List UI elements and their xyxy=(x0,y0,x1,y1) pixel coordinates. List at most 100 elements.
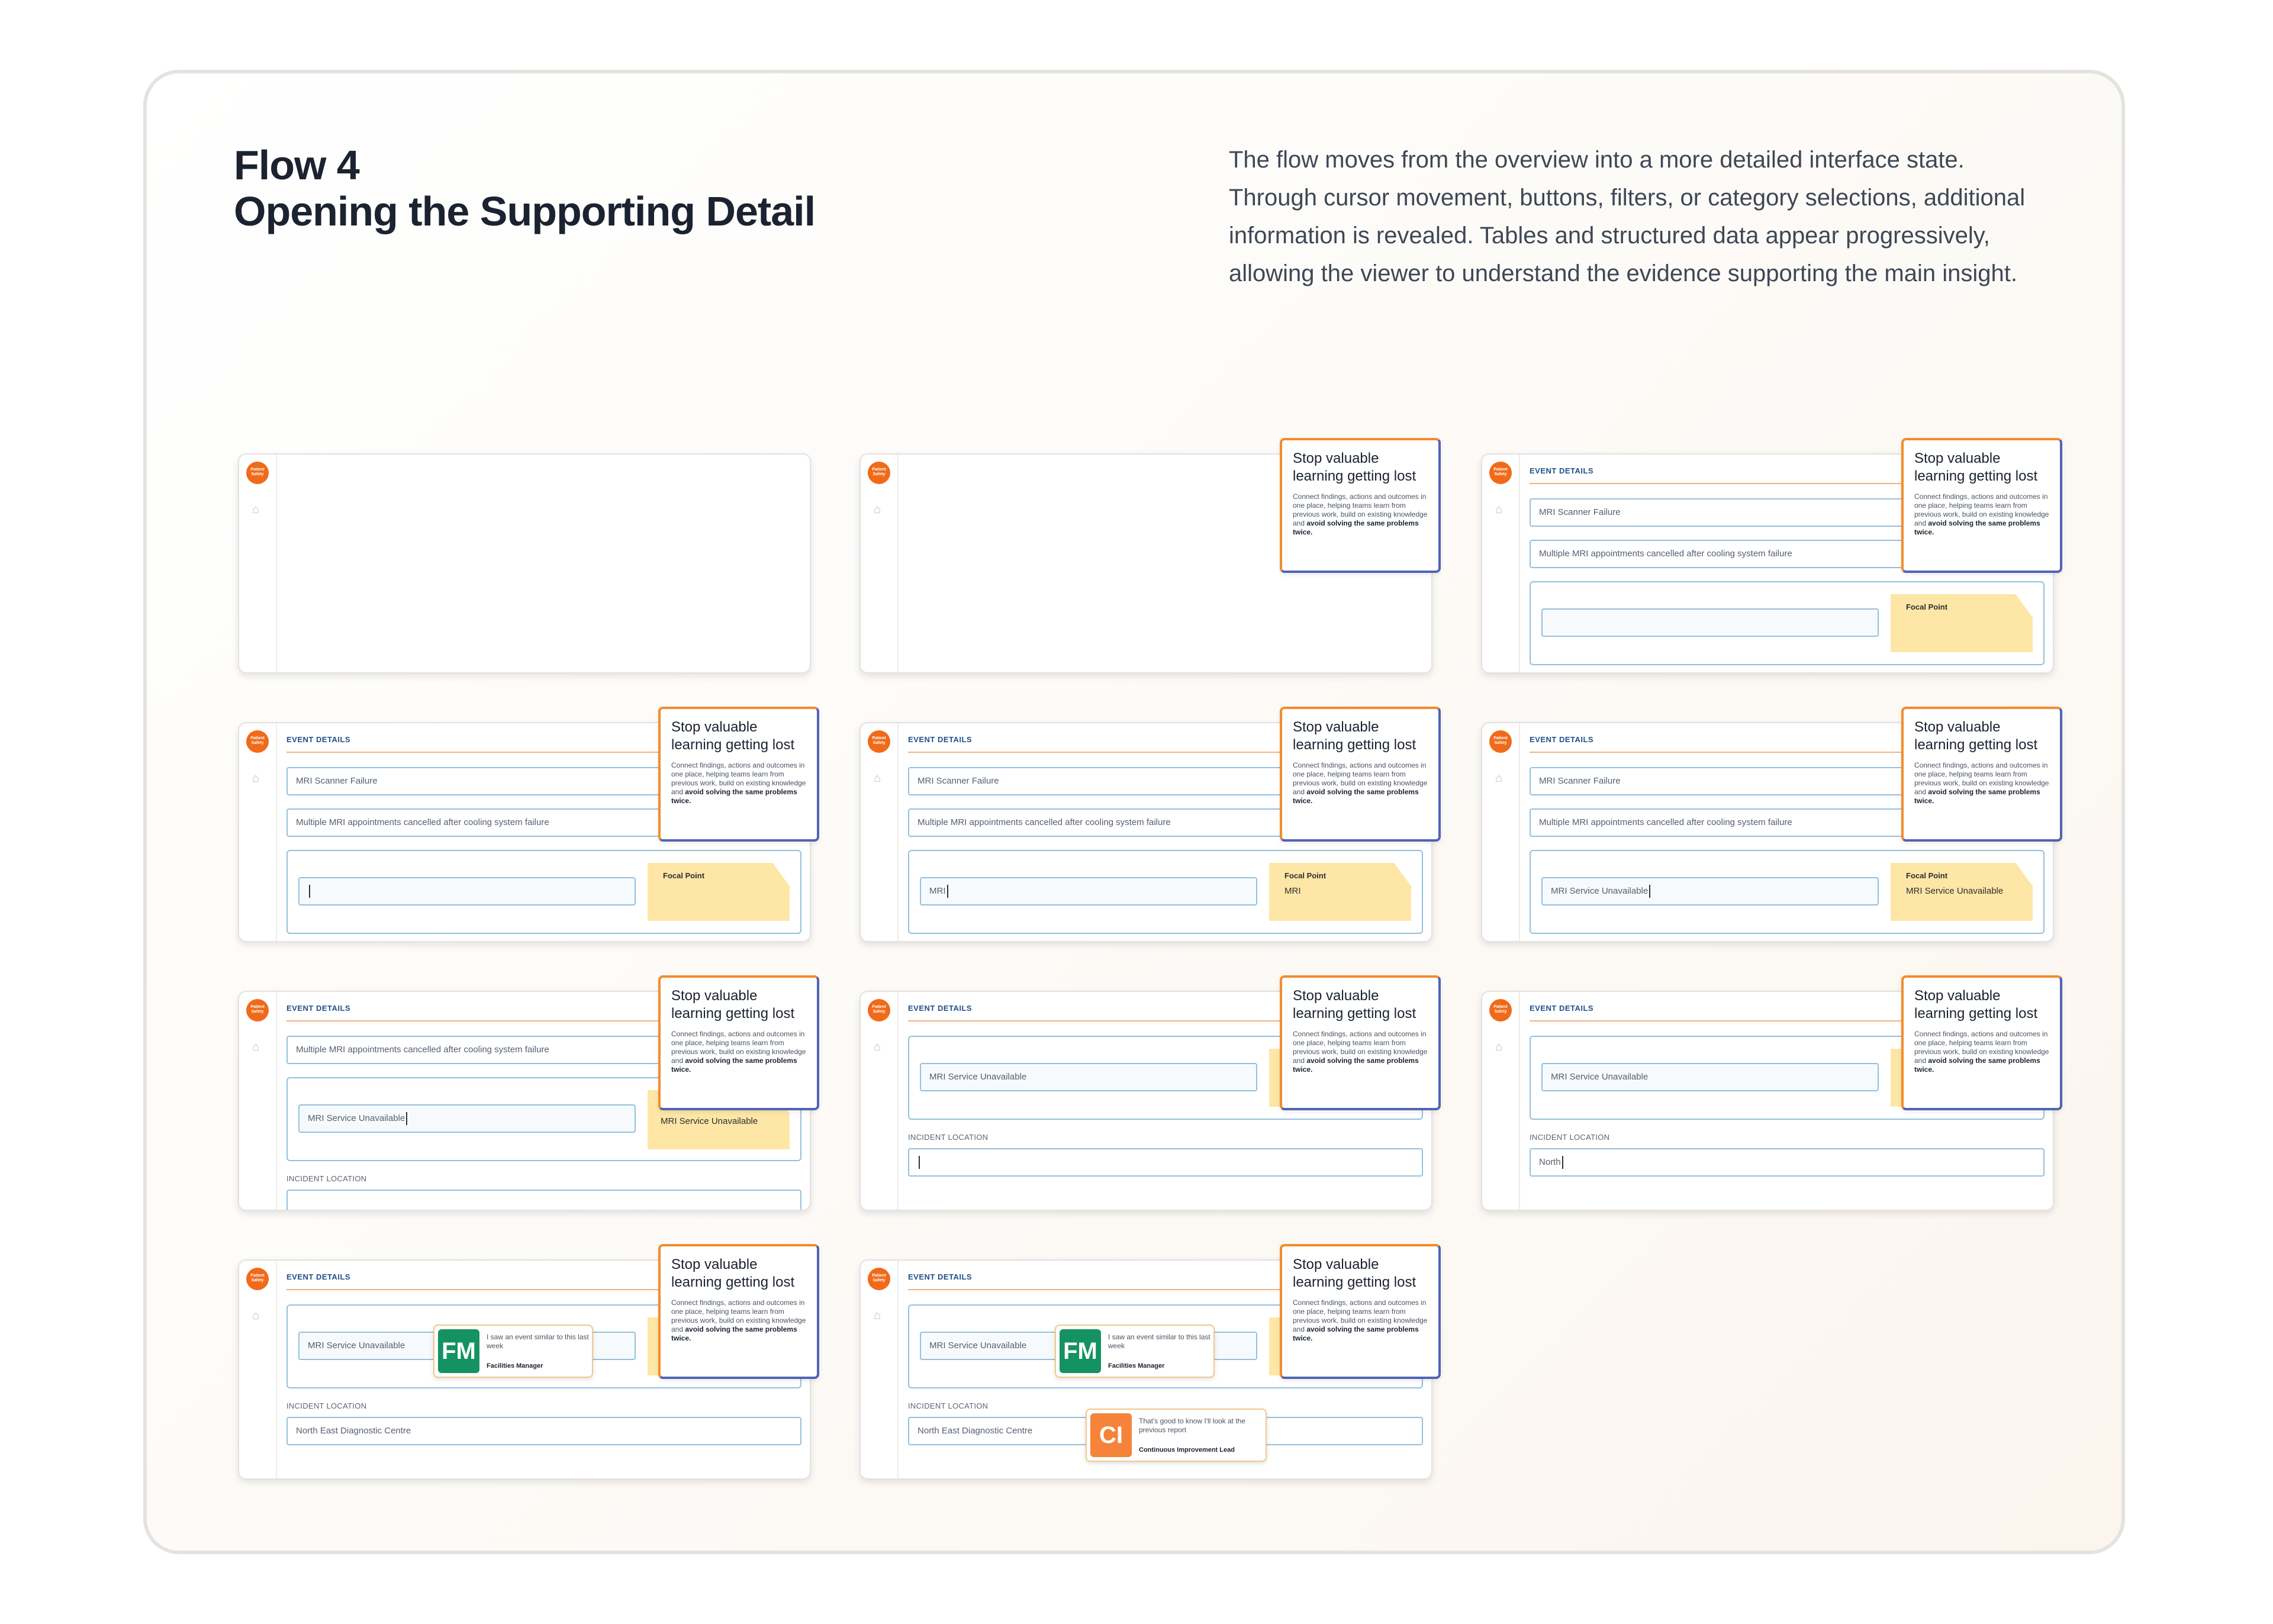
text-cursor xyxy=(406,1112,408,1126)
avatar: FM xyxy=(1060,1329,1101,1373)
focal-point-box: Focal Point xyxy=(286,850,801,934)
section-divider xyxy=(286,1020,707,1022)
incident-location-field[interactable] xyxy=(908,1148,1423,1177)
popup-body: Connect findings, actions and outcomes i… xyxy=(1914,492,2049,536)
home-icon[interactable]: ⌂ xyxy=(874,1040,881,1054)
focal-point-input[interactable]: MRI Service Unavailable xyxy=(1541,877,1879,906)
focal-point-input[interactable]: MRI Service Unavailable xyxy=(298,1104,636,1133)
logo-icon[interactable]: Patient Safety xyxy=(1489,462,1512,484)
focal-point-label: Focal Point xyxy=(1906,871,1948,880)
home-icon[interactable]: ⌂ xyxy=(874,772,881,785)
section-divider xyxy=(286,1289,707,1290)
focal-point-input[interactable]: MRI xyxy=(920,877,1257,906)
learning-popup[interactable]: Stop valuable learning getting lost Conn… xyxy=(1280,707,1441,842)
section-divider xyxy=(908,1289,1328,1290)
learning-popup[interactable]: Stop valuable learning getting lost Conn… xyxy=(1901,975,2062,1110)
home-icon[interactable]: ⌂ xyxy=(252,1309,259,1323)
home-icon[interactable]: ⌂ xyxy=(252,1040,259,1054)
logo-icon[interactable]: Patient Safety xyxy=(868,1268,890,1290)
section-title: EVENT DETAILS xyxy=(908,1004,973,1013)
focal-point-tag: Focal Point xyxy=(1891,594,2033,652)
logo-icon[interactable]: Patient Safety xyxy=(246,730,269,753)
home-icon[interactable]: ⌂ xyxy=(252,503,259,517)
popup-body: Connect findings, actions and outcomes i… xyxy=(1914,761,2049,805)
focal-point-input[interactable] xyxy=(1541,608,1879,637)
comment-bubble-ci[interactable]: CI That's good to know I'll look at the … xyxy=(1086,1409,1267,1462)
popup-title: Stop valuable learning getting lost xyxy=(671,988,795,1022)
section-divider xyxy=(1530,752,1950,753)
popup-title: Stop valuable learning getting lost xyxy=(671,1256,795,1290)
avatar: FM xyxy=(438,1329,479,1373)
focal-point-box: Focal Point xyxy=(1530,581,2045,665)
incident-location-label: INCIDENT LOCATION xyxy=(286,1401,367,1410)
focal-point-tag: Focal Point MRI Service Unavailable xyxy=(1891,863,2033,921)
home-icon[interactable]: ⌂ xyxy=(1495,772,1502,785)
section-title: EVENT DETAILS xyxy=(286,1272,351,1281)
page-title: Flow 4 Opening the Supporting Detail xyxy=(234,142,816,234)
avatar: CI xyxy=(1090,1413,1132,1457)
comment-bubble-fm[interactable]: FM I saw an event similar to this last w… xyxy=(433,1325,593,1378)
logo-icon[interactable]: Patient Safety xyxy=(868,730,890,753)
incident-location-label: INCIDENT LOCATION xyxy=(908,1133,989,1142)
side-rail: Patient Safety ⌂ xyxy=(239,455,277,672)
home-icon[interactable]: ⌂ xyxy=(1495,503,1502,517)
incident-location-label: INCIDENT LOCATION xyxy=(908,1401,989,1410)
logo-icon[interactable]: Patient Safety xyxy=(868,462,890,484)
side-rail: Patient Safety ⌂ xyxy=(239,1261,277,1478)
comment-bubble-fm[interactable]: FM I saw an event similar to this last w… xyxy=(1055,1325,1215,1378)
incident-location-field[interactable] xyxy=(286,1190,801,1210)
popup-body: Connect findings, actions and outcomes i… xyxy=(1293,1030,1428,1074)
popup-body: Connect findings, actions and outcomes i… xyxy=(1293,761,1428,805)
learning-popup[interactable]: Stop valuable learning getting lost Conn… xyxy=(658,1244,819,1379)
focal-point-input[interactable] xyxy=(298,877,636,906)
popup-title: Stop valuable learning getting lost xyxy=(1914,719,2038,753)
focal-point-input[interactable]: MRI Service Unavailable xyxy=(1541,1063,1879,1091)
logo-icon[interactable]: Patient Safety xyxy=(246,1268,269,1290)
focal-point-input-text: MRI Service Unavailable xyxy=(1551,886,1649,896)
step-frame-1: Patient Safety ⌂ xyxy=(238,453,811,674)
text-cursor xyxy=(309,885,310,898)
incident-location-label: INCIDENT LOCATION xyxy=(1530,1133,1610,1142)
learning-popup[interactable]: Stop valuable learning getting lost Conn… xyxy=(1280,1244,1441,1379)
home-icon[interactable]: ⌂ xyxy=(252,772,259,785)
learning-popup[interactable]: Stop valuable learning getting lost Conn… xyxy=(1901,438,2062,573)
section-divider xyxy=(908,1020,1328,1022)
learning-popup[interactable]: Stop valuable learning getting lost Conn… xyxy=(658,975,819,1110)
focal-point-tag: Focal Point MRI xyxy=(1269,863,1411,921)
learning-popup[interactable]: Stop valuable learning getting lost Conn… xyxy=(1280,975,1441,1110)
side-rail: Patient Safety ⌂ xyxy=(861,455,899,672)
focal-point-tag: Focal Point xyxy=(648,863,790,921)
focal-point-input-text: MRI xyxy=(929,886,946,896)
section-divider xyxy=(908,752,1328,753)
learning-popup[interactable]: Stop valuable learning getting lost Conn… xyxy=(1901,707,2062,842)
learning-popup[interactable]: Stop valuable learning getting lost Conn… xyxy=(1280,438,1441,573)
logo-icon[interactable]: Patient Safety xyxy=(246,462,269,484)
section-title: EVENT DETAILS xyxy=(1530,1004,1594,1013)
incident-location-field[interactable]: North East Diagnostic Centre xyxy=(286,1417,801,1445)
focal-point-input[interactable]: MRI Service Unavailable xyxy=(920,1063,1257,1091)
logo-icon[interactable]: Patient Safety xyxy=(1489,999,1512,1022)
home-icon[interactable]: ⌂ xyxy=(874,1309,881,1323)
section-title: EVENT DETAILS xyxy=(908,735,973,744)
side-rail: Patient Safety ⌂ xyxy=(861,723,899,941)
logo-icon[interactable]: Patient Safety xyxy=(1489,730,1512,753)
comment-author-role: Facilities Manager xyxy=(487,1362,543,1370)
section-title: EVENT DETAILS xyxy=(908,1272,973,1281)
flow-number: Flow 4 xyxy=(234,142,360,188)
flow-description: The flow moves from the overview into a … xyxy=(1229,147,2026,286)
popup-body: Connect findings, actions and outcomes i… xyxy=(1293,492,1428,536)
incident-location-text: North xyxy=(1539,1157,1561,1167)
comment-message: I saw an event similar to this last week xyxy=(487,1333,589,1350)
home-icon[interactable]: ⌂ xyxy=(1495,1040,1502,1054)
section-title: EVENT DETAILS xyxy=(286,735,351,744)
logo-icon[interactable]: Patient Safety xyxy=(868,999,890,1022)
incident-location-field[interactable]: North xyxy=(1530,1148,2045,1177)
focal-point-label: Focal Point xyxy=(663,871,705,880)
home-icon[interactable]: ⌂ xyxy=(874,503,881,517)
logo-icon[interactable]: Patient Safety xyxy=(246,999,269,1022)
focal-point-value: MRI xyxy=(1284,886,1301,896)
side-rail: Patient Safety ⌂ xyxy=(239,992,277,1210)
comment-message: That's good to know I'll look at the pre… xyxy=(1139,1417,1246,1434)
learning-popup[interactable]: Stop valuable learning getting lost Conn… xyxy=(658,707,819,842)
comment-message: I saw an event similar to this last week xyxy=(1108,1333,1210,1350)
